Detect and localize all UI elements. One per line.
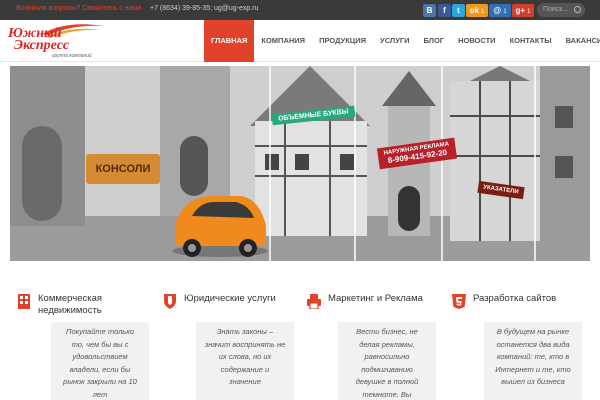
logo-text-line2: Экспресс bbox=[14, 38, 70, 53]
search-icon[interactable] bbox=[574, 6, 581, 13]
html5-icon bbox=[452, 294, 466, 309]
feature-card-text: Знать законы – значит воспринять не их с… bbox=[196, 322, 294, 400]
nav-item-services[interactable]: УСЛУГИ bbox=[373, 20, 416, 62]
nav-item-home[interactable]: ГЛАВНАЯ bbox=[204, 20, 255, 62]
search-input[interactable]: Поиск... bbox=[537, 3, 585, 17]
nav-item-products[interactable]: ПРОДУКЦИЯ bbox=[312, 20, 373, 62]
nav-item-contacts[interactable]: КОНТАКТЫ bbox=[503, 20, 559, 62]
feature-card-text: Покупайте только то, чем бы вы с удоволь… bbox=[51, 322, 149, 400]
mailru-icon[interactable]: @1 bbox=[489, 4, 511, 17]
site-header: Южный Экспресс группа компаний ГЛАВНАЯ К… bbox=[0, 20, 600, 62]
nav-item-blog[interactable]: БЛОГ bbox=[417, 20, 452, 62]
share-count: 1 bbox=[481, 9, 485, 15]
facebook-icon[interactable]: f bbox=[438, 4, 451, 17]
share-count: 1 bbox=[503, 9, 507, 15]
sign-consoles: КОНСОЛИ bbox=[86, 154, 160, 184]
share-count: 1 bbox=[527, 9, 531, 15]
shield-icon bbox=[164, 294, 176, 309]
feature-title: Юридические услуги bbox=[184, 293, 276, 304]
feature-card-text: Вести бизнес, не делая рекламы, равносил… bbox=[338, 322, 436, 400]
feature-title: Коммерческая недвижимость bbox=[38, 293, 103, 316]
main-nav: ГЛАВНАЯ КОМПАНИЯ ПРОДУКЦИЯ УСЛУГИ БЛОГ Н… bbox=[204, 20, 600, 62]
contact-us-link[interactable]: Возникли вопросы? Свяжитесь с нами bbox=[16, 5, 141, 12]
building-icon bbox=[18, 294, 30, 309]
feature-title: Разработка сайтов bbox=[473, 293, 557, 304]
top-bar: Возникли вопросы? Свяжитесь с нами +7 (8… bbox=[0, 0, 600, 20]
search-placeholder: Поиск... bbox=[543, 6, 569, 13]
nav-item-vacancies[interactable]: ВАКАНСИИ bbox=[559, 20, 600, 62]
feature-title: Маркетинг и Реклама bbox=[328, 293, 423, 304]
twitter-icon[interactable]: t bbox=[452, 4, 465, 17]
nav-item-company[interactable]: КОМПАНИЯ bbox=[254, 20, 312, 62]
hero-banner: КОНСОЛИ ОБЪЕМНЫЕ БУКВЫ НАРУЖНАЯ РЕКЛАМА … bbox=[10, 66, 590, 261]
printer-icon bbox=[307, 294, 321, 309]
vk-icon[interactable]: В bbox=[423, 4, 436, 17]
contact-info: +7 (8634) 39-85-35; ug@ug-exp.ru bbox=[150, 5, 259, 12]
logo[interactable]: Южный Экспресс группа компаний bbox=[8, 22, 108, 60]
google-plus-icon[interactable]: g+ 1 bbox=[512, 4, 534, 17]
feature-card-text: В будущем на рынке останется два вида ко… bbox=[484, 322, 582, 400]
odnoklassniki-icon[interactable]: ok 1 bbox=[466, 4, 488, 17]
nav-item-news[interactable]: НОВОСТИ bbox=[451, 20, 503, 62]
logo-subtitle: группа компаний bbox=[52, 53, 92, 59]
